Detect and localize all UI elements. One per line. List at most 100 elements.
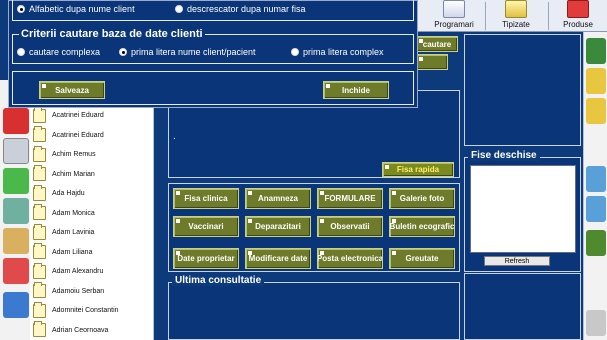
microphone-icon[interactable] [586,230,606,256]
sort-option-alfabetic[interactable]: Alfabetic dupa nume client [17,4,135,14]
left-icon-strip [0,80,30,340]
refresh-button[interactable]: Refresh [484,256,550,266]
button-label: Refresh [504,257,530,265]
tipizate-button[interactable]: Tipizate [488,0,544,32]
radio-label: prima litera complex [303,47,384,57]
radio-unselected[interactable] [17,48,25,56]
microphone-icon[interactable] [586,68,606,94]
search-secondary-button[interactable] [416,54,448,70]
folder-icon[interactable] [3,292,29,318]
client-name: Achim Marian [52,170,95,178]
truck-icon[interactable] [586,166,606,192]
cautare-button[interactable]: cautare [416,36,458,52]
radio-selected[interactable] [119,48,127,56]
radio-label: cautare complexa [29,47,101,57]
action-button-posta-electronica[interactable]: Posta electronica [317,248,383,269]
close-button[interactable]: Inchide [323,81,389,99]
folder-icon [33,145,46,162]
button-label: Deparazitari [255,222,301,231]
radio-unselected[interactable] [291,48,299,56]
folder-icon [33,165,46,182]
first-aid-icon[interactable] [3,258,29,284]
button-label: Greutate [405,254,439,263]
toolbar-label: Programari [434,20,474,29]
client-row[interactable]: Adamoiu Serban [30,282,153,302]
tools-icon[interactable] [586,38,606,64]
truck-icon[interactable] [586,196,606,222]
radio-selected[interactable] [17,5,25,13]
folder-icon [33,282,46,299]
client-row[interactable]: Acatrinei Eduard [30,106,153,126]
action-button-modificare-date[interactable]: Modificare date [245,248,311,269]
client-row[interactable]: Adam Monica [30,204,153,224]
folder-icon [33,184,46,201]
button-label: cautare [422,39,452,49]
sort-group: Alfabetic dupa nume client descrescator … [12,0,414,21]
folder-icon [33,321,46,338]
save-button[interactable]: Salveaza [39,81,105,99]
criteria-option-prima-litera-complex[interactable]: prima litera complex [291,47,384,57]
client-row[interactable]: Adrian Ceornoava [30,321,153,340]
radio-unselected[interactable] [175,5,183,13]
search-settings-dialog: Alfabetic dupa nume client descrescator … [8,0,418,108]
folder-icon [33,243,46,260]
client-list[interactable]: Acatrinei Eduard Acatrinei Eduard Achim Re… [30,106,154,340]
client-row[interactable]: Achim Remus [30,145,153,165]
doctor-icon[interactable] [3,198,29,224]
client-row[interactable]: Adam Alexandru [30,262,153,282]
button-label: Date proprietar [177,254,235,263]
client-name: Ada Hajdu [52,190,85,198]
client-name: Adam Lavinia [52,229,95,237]
stethoscope-icon[interactable] [3,138,29,164]
client-row[interactable]: Ada Hajdu [30,184,153,204]
action-button-deparazitari[interactable]: Deparazitari [245,216,311,237]
open-files-list[interactable] [470,165,576,253]
microphone-icon[interactable] [586,310,606,336]
client-name: Acatrinei Eduard [52,131,104,139]
action-button-date-proprietar[interactable]: Date proprietar [173,248,239,269]
toolbar-label: Tipizate [502,20,530,29]
microphone-icon[interactable] [586,98,606,124]
action-button-observatii[interactable]: Observatii [317,216,383,237]
medical-kit-icon[interactable] [3,108,29,134]
button-label: Galerie foto [399,194,445,203]
produse-button[interactable]: Produse [552,0,604,32]
criteria-option-complexa[interactable]: cautare complexa [17,47,100,57]
folder-icon [33,262,46,279]
app-window: { "toolbar": { "items": [ {"label": "Pro… [0,0,607,340]
toolbar-label: Produse [563,20,593,29]
syringe-icon[interactable] [3,228,29,254]
radio-label: prima litera nume client/pacient [131,47,256,57]
criteria-option-prima-litera-client[interactable]: prima litera nume client/pacient [119,47,256,57]
button-label: Fisa clinica [184,194,228,203]
programari-button[interactable]: Programari [426,0,482,32]
radio-label: descrescator dupa numar fisa [187,4,306,14]
folder-icon [33,126,46,143]
add-document-icon[interactable] [3,168,29,194]
folder-icon [33,204,46,221]
client-name: Adamoiu Serban [52,287,105,295]
button-label: Inchide [341,85,370,95]
dialog-buttons-group: Salveaza Inchide [12,71,414,105]
fisa-rapida-button[interactable]: Fisa rapida [382,162,454,177]
sort-option-descrescator[interactable]: descrescator dupa numar fisa [175,4,306,14]
action-button-fisa-clinica[interactable]: Fisa clinica [173,188,239,209]
client-row[interactable]: Adomnitei Constantin [30,301,153,321]
action-button-formulare[interactable]: FORMULARE [317,188,383,209]
action-button-galerie-foto[interactable]: Galerie foto [389,188,455,209]
toolbar-separator [548,2,549,30]
button-label: Observatii [330,222,370,231]
calendar-icon [443,0,465,18]
client-row[interactable]: Achim Marian [30,165,153,185]
action-button-buletin-ecografic[interactable]: Buletin ecografic [389,216,455,237]
open-files-title: Fise deschise [468,150,540,161]
action-button-vaccinari[interactable]: Vaccinari [173,216,239,237]
action-button-anamneza[interactable]: Anamneza [245,188,311,209]
client-name: Adam Liliana [52,248,93,256]
action-button-greutate[interactable]: Greutate [389,248,455,269]
client-row[interactable]: Adam Lavinia [30,223,153,243]
client-row[interactable]: Acatrinei Eduard [30,126,153,146]
client-row[interactable]: Adam Liliana [30,243,153,263]
client-name: Achim Remus [52,151,96,159]
client-name: Acatrinei Eduard [52,112,104,120]
